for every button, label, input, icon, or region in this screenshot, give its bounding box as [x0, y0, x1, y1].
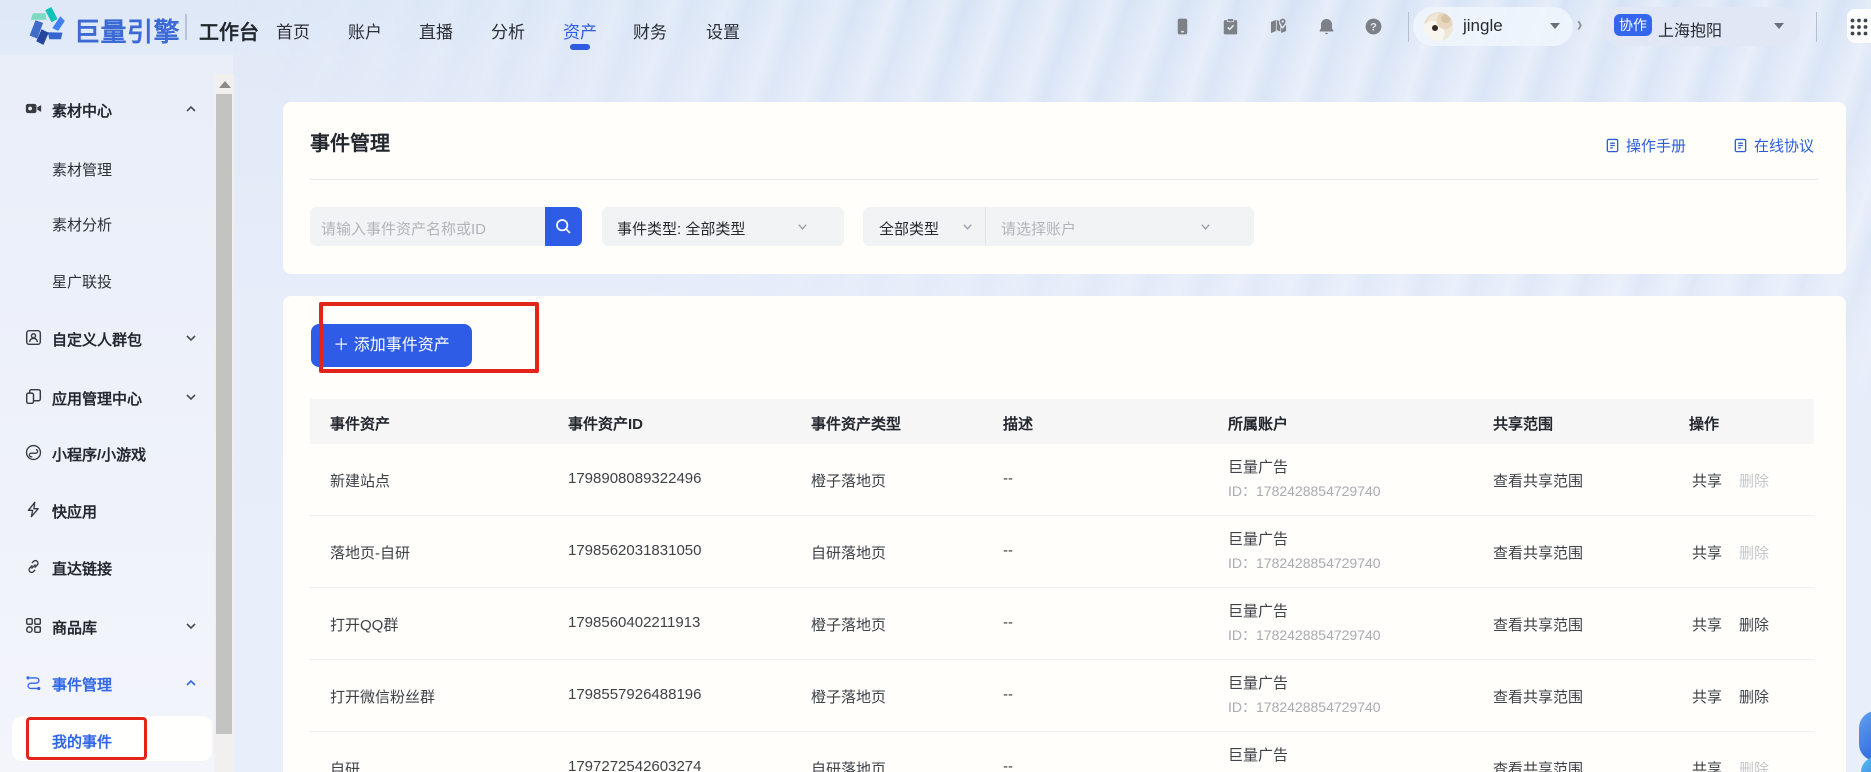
- svg-text:?: ?: [1370, 21, 1377, 33]
